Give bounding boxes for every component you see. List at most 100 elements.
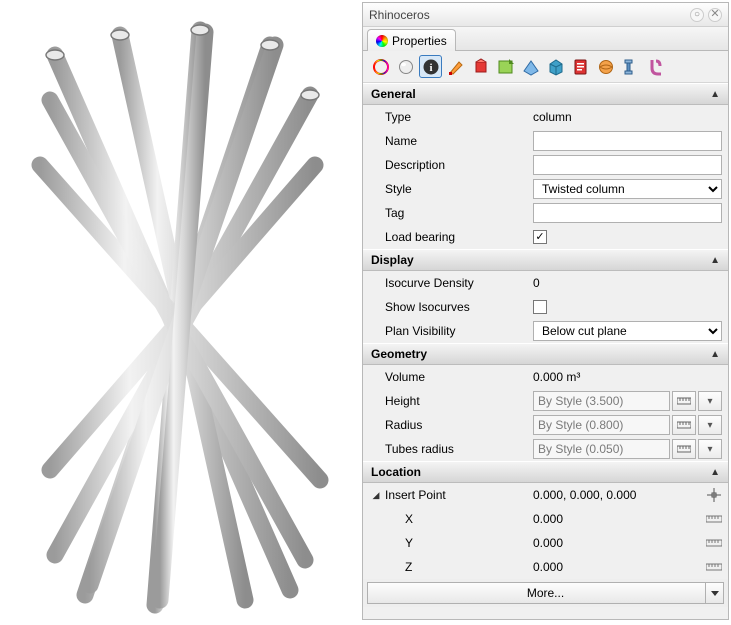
chevron-up-icon: ▲: [710, 467, 720, 478]
label-volume: Volume: [385, 370, 533, 384]
section-title: Display: [371, 253, 414, 267]
row-description: Description: [363, 153, 728, 177]
properties-panel: Rhinoceros ○ ✕ Properties i: [362, 2, 729, 620]
label-y: Y: [405, 536, 533, 550]
value-insert-point[interactable]: 0.000, 0.000, 0.000: [533, 488, 636, 502]
palette-icon: [376, 35, 388, 47]
ruler-icon[interactable]: [706, 535, 722, 551]
row-radius: Radius ▾: [363, 413, 728, 437]
tool-f-button[interactable]: [569, 55, 592, 78]
row-plan-visibility: Plan Visibility Below cut plane: [363, 319, 728, 343]
checkbox-load-bearing[interactable]: [533, 230, 547, 244]
value-x[interactable]: 0.000: [533, 512, 563, 526]
tool-e-button[interactable]: [544, 55, 567, 78]
input-tag[interactable]: [533, 203, 722, 223]
value-type: column: [533, 110, 722, 124]
measure-icon[interactable]: [672, 415, 696, 435]
label-plan-visibility: Plan Visibility: [385, 324, 533, 338]
tool-g-button[interactable]: [594, 55, 617, 78]
value-volume: 0.000 m³: [533, 370, 722, 384]
object-properties-button[interactable]: [369, 55, 392, 78]
chevron-up-icon: ▲: [710, 349, 720, 360]
viewport-3d[interactable]: [0, 0, 360, 622]
tool-d-button[interactable]: [519, 55, 542, 78]
label-style: Style: [385, 182, 533, 196]
input-height[interactable]: [533, 391, 670, 411]
label-load-bearing: Load bearing: [385, 230, 533, 244]
section-location[interactable]: Location ▲: [363, 461, 728, 483]
dropdown-icon[interactable]: ▾: [698, 439, 722, 459]
close-icon[interactable]: ✕: [708, 8, 722, 22]
tab-label: Properties: [392, 34, 447, 48]
row-z: Z 0.000: [363, 555, 728, 579]
label-description: Description: [385, 158, 533, 172]
material-button[interactable]: [394, 55, 417, 78]
chevron-up-icon: ▲: [710, 89, 720, 100]
label-x: X: [405, 512, 533, 526]
row-y: Y 0.000: [363, 531, 728, 555]
row-style: Style Twisted column: [363, 177, 728, 201]
more-label: More...: [527, 586, 564, 600]
section-geometry[interactable]: Geometry ▲: [363, 343, 728, 365]
more-dropdown-icon[interactable]: [705, 583, 723, 603]
label-type: Type: [385, 110, 533, 124]
row-x: X 0.000: [363, 507, 728, 531]
select-style[interactable]: Twisted column: [533, 179, 722, 199]
chevron-up-icon: ▲: [710, 255, 720, 266]
row-show-isocurves: Show Isocurves: [363, 295, 728, 319]
label-z: Z: [405, 560, 533, 574]
tool-b-button[interactable]: [469, 55, 492, 78]
object-type-toolbar: i: [363, 51, 728, 83]
tree-toggle-icon[interactable]: ◢: [371, 490, 381, 501]
section-general[interactable]: General ▲: [363, 83, 728, 105]
row-height: Height ▾: [363, 389, 728, 413]
section-display[interactable]: Display ▲: [363, 249, 728, 271]
tool-a-button[interactable]: [444, 55, 467, 78]
dropdown-icon[interactable]: ▾: [698, 415, 722, 435]
tool-c-button[interactable]: [494, 55, 517, 78]
label-show-isocurves: Show Isocurves: [385, 300, 533, 314]
row-volume: Volume 0.000 m³: [363, 365, 728, 389]
measure-icon[interactable]: [672, 391, 696, 411]
tab-bar: Properties: [363, 27, 728, 51]
panel-title: Rhinoceros: [369, 8, 686, 22]
row-insert-point: ◢ Insert Point 0.000, 0.000, 0.000: [363, 483, 728, 507]
row-load-bearing: Load bearing: [363, 225, 728, 249]
label-tag: Tag: [385, 206, 533, 220]
row-type: Type column: [363, 105, 728, 129]
section-title: Location: [371, 465, 421, 479]
row-name: Name: [363, 129, 728, 153]
tab-properties[interactable]: Properties: [367, 29, 456, 51]
input-description[interactable]: [533, 155, 722, 175]
label-name: Name: [385, 134, 533, 148]
ruler-icon[interactable]: [706, 559, 722, 575]
panel-body: General ▲ Type column Name Description S…: [363, 83, 728, 619]
visualarq-object-button[interactable]: i: [419, 55, 442, 78]
tool-i-button[interactable]: [644, 55, 667, 78]
input-radius[interactable]: [533, 415, 670, 435]
checkbox-show-isocurves[interactable]: [533, 300, 547, 314]
row-isocurve-density: Isocurve Density 0: [363, 271, 728, 295]
section-title: General: [371, 87, 416, 101]
row-tubes-radius: Tubes radius ▾: [363, 437, 728, 461]
panel-titlebar[interactable]: Rhinoceros ○ ✕: [363, 3, 728, 27]
tool-h-button[interactable]: [619, 55, 642, 78]
ruler-icon[interactable]: [706, 511, 722, 527]
label-height: Height: [385, 394, 533, 408]
row-tag: Tag: [363, 201, 728, 225]
input-name[interactable]: [533, 131, 722, 151]
value-y[interactable]: 0.000: [533, 536, 563, 550]
select-plan-visibility[interactable]: Below cut plane: [533, 321, 722, 341]
svg-text:i: i: [429, 62, 432, 74]
panel-menu-icon[interactable]: ○: [690, 8, 704, 22]
input-tubes-radius[interactable]: [533, 439, 670, 459]
value-isocurve-density[interactable]: 0: [533, 276, 722, 290]
value-z[interactable]: 0.000: [533, 560, 563, 574]
pick-point-icon[interactable]: [706, 487, 722, 503]
label-insert-point: Insert Point: [385, 488, 533, 502]
label-radius: Radius: [385, 418, 533, 432]
label-isocurve-density: Isocurve Density: [385, 276, 533, 290]
dropdown-icon[interactable]: ▾: [698, 391, 722, 411]
measure-icon[interactable]: [672, 439, 696, 459]
more-button[interactable]: More...: [367, 582, 724, 604]
